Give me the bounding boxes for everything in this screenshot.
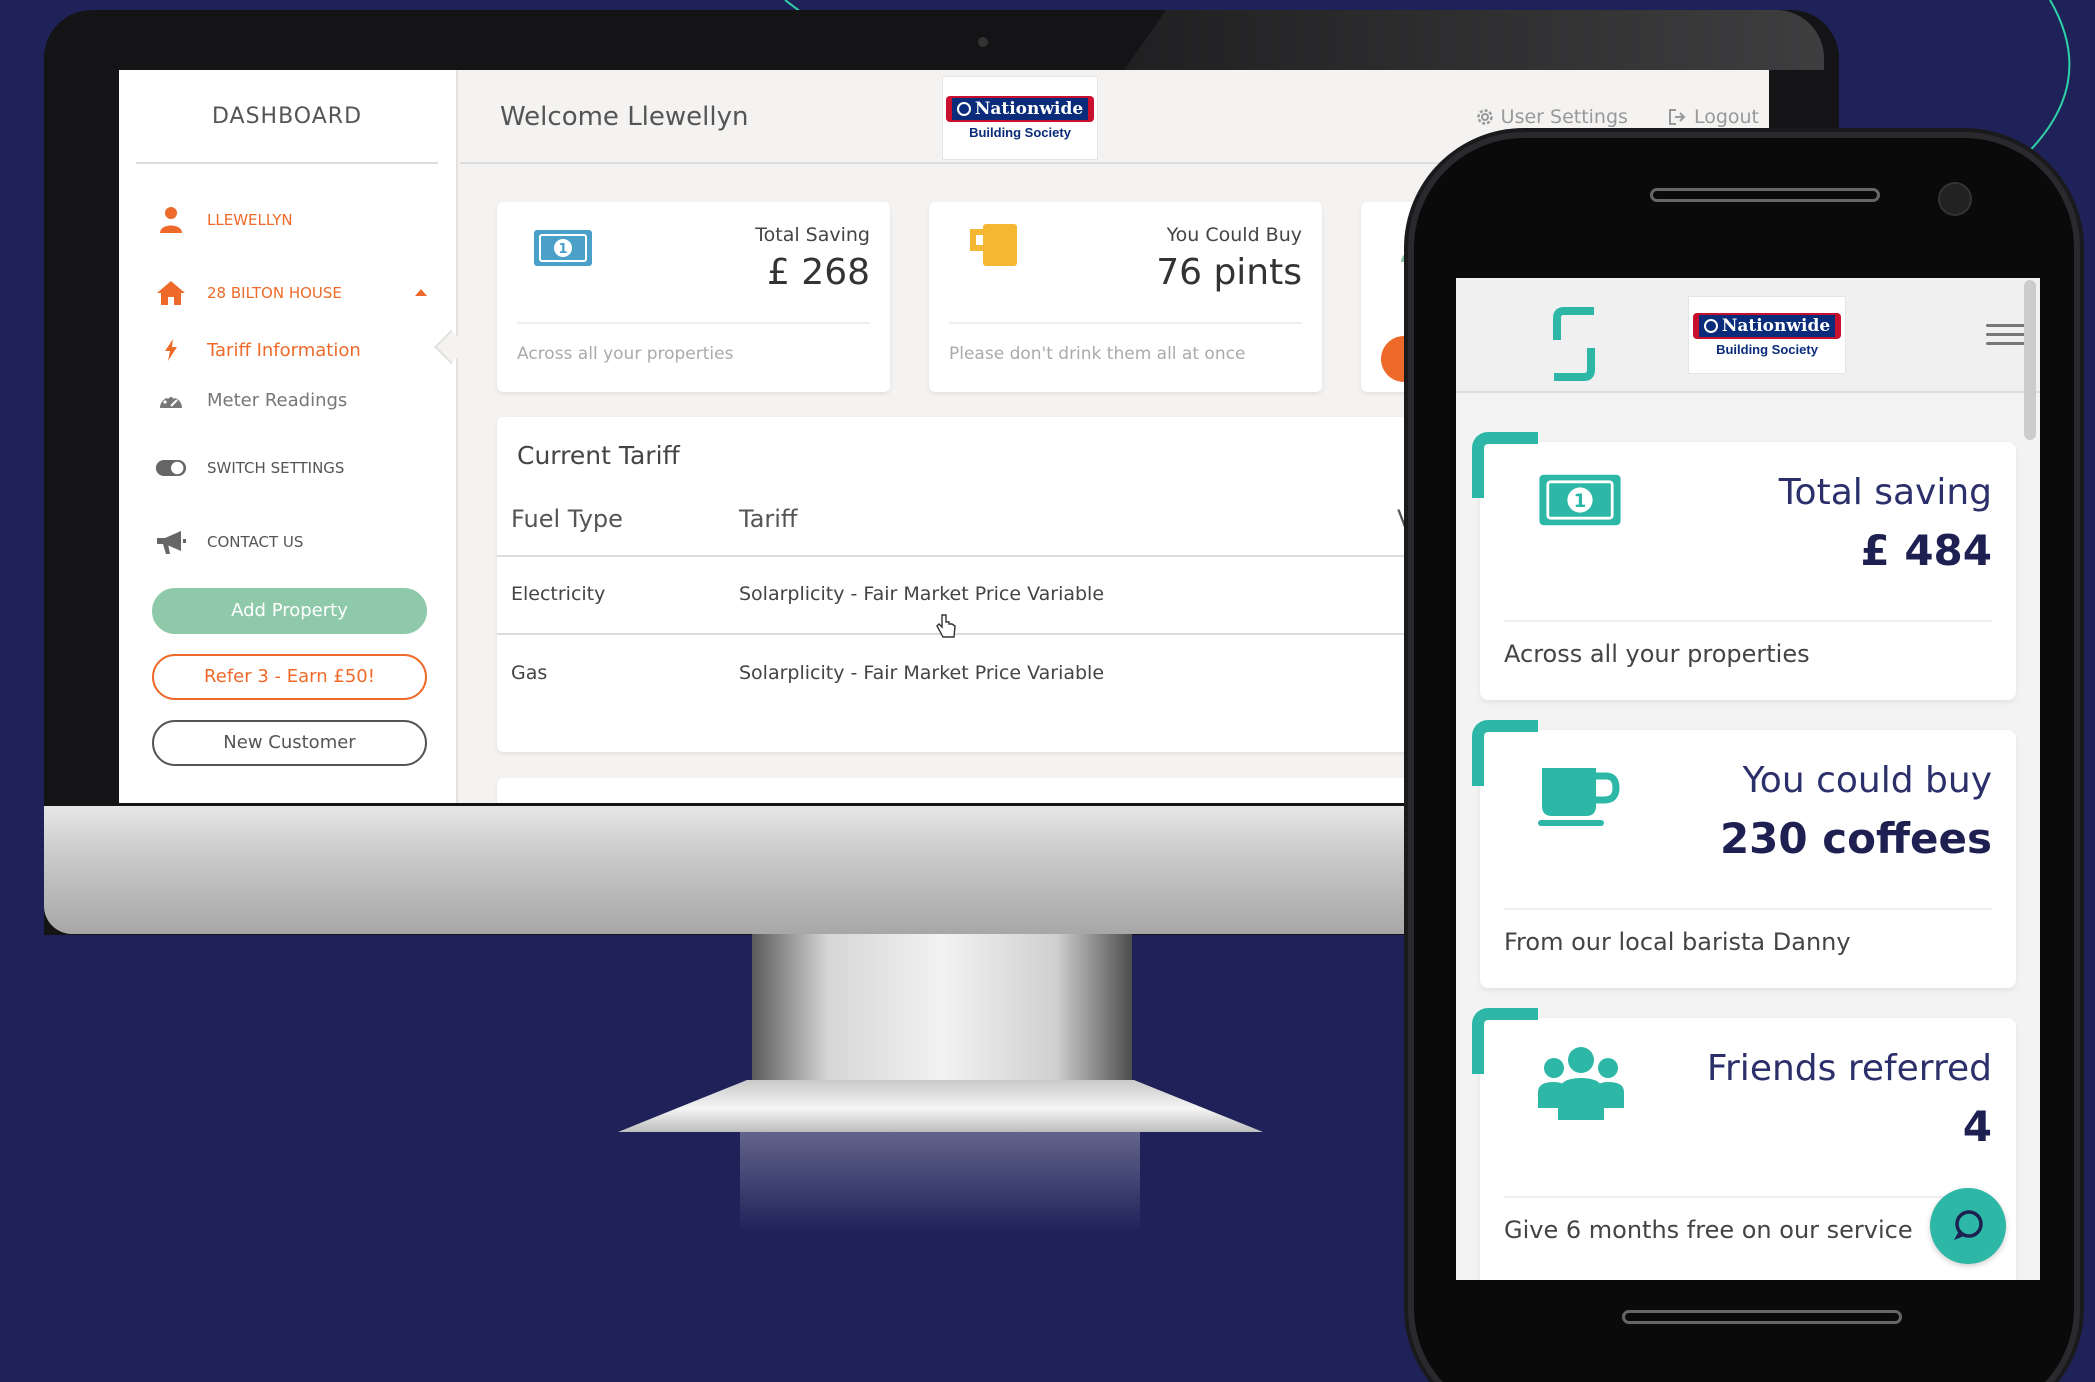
sidebar-item-label: CONTACT US	[207, 533, 304, 551]
welcome-title: Welcome Llewellyn	[500, 102, 749, 132]
card-footnote: Give 6 months free on our service	[1504, 1216, 1913, 1244]
column-header-fuel: Fuel Type	[511, 505, 623, 533]
card-footnote: Across all your properties	[1504, 640, 1810, 668]
table-cell-tariff: Solarplicity - Fair Market Price Variabl…	[739, 662, 1105, 684]
card-value: 76 pints	[1156, 252, 1302, 293]
stat-card-could-buy: You Could Buy 76 pints Please don't drin…	[929, 202, 1322, 392]
column-header-tariff: Tariff	[739, 505, 798, 533]
collapse-caret-icon[interactable]	[415, 289, 427, 296]
sidebar-item-meter-readings[interactable]: Meter Readings	[155, 384, 347, 416]
card-label: You could buy	[1742, 760, 1992, 801]
logout-icon	[1668, 109, 1686, 125]
card-label: Total saving	[1778, 472, 1992, 513]
lightning-icon	[155, 334, 187, 366]
column-header-partial: V	[1397, 505, 1414, 533]
banknote-icon: 1	[533, 228, 593, 272]
user-icon	[155, 204, 187, 236]
mobile-card-could-buy: You could buy 230 coffees From our local…	[1472, 720, 2016, 988]
mobile-screen: Nationwide Building Society 1 Total savi…	[1456, 278, 2040, 1280]
mobile-header: Nationwide Building Society	[1456, 278, 2040, 393]
refer-button[interactable]: Refer 3 - Earn £50!	[152, 654, 427, 700]
card-label: You Could Buy	[1166, 224, 1302, 246]
sidebar-item-contact-us[interactable]: CONTACT US	[155, 526, 303, 558]
home-icon	[155, 277, 187, 309]
chat-button[interactable]	[1930, 1188, 2006, 1264]
sidebar-item-tariff-information[interactable]: Tariff Information	[155, 334, 361, 366]
card-label: Total Saving	[755, 224, 870, 246]
hamburger-menu-icon[interactable]	[1986, 324, 2026, 348]
sidebar-title: DASHBOARD	[136, 70, 438, 164]
nationwide-logo: Nationwide Building Society	[1688, 296, 1846, 374]
sidebar-item-label: Meter Readings	[207, 389, 348, 411]
table-cell-fuel: Gas	[511, 662, 548, 684]
sidebar-item-label: SWITCH SETTINGS	[207, 459, 345, 477]
panel-title: Current Tariff	[517, 441, 680, 470]
people-group-icon	[1538, 1042, 1624, 1126]
sidebar: DASHBOARD LLEWELLYN 28 BILTON HOUSE Tari…	[119, 70, 468, 803]
card-footnote: From our local barista Danny	[1504, 928, 1851, 956]
card-value: 4	[1962, 1102, 1992, 1151]
svg-text:1: 1	[1574, 491, 1587, 512]
sidebar-item-label: LLEWELLYN	[207, 211, 293, 229]
chat-bubble-icon	[1954, 1210, 1983, 1240]
pint-glass-icon	[969, 222, 1021, 272]
phone-speaker	[1650, 188, 1880, 202]
mobile-phone: Nationwide Building Society 1 Total savi…	[1414, 138, 2074, 1382]
sidebar-item-switch-settings[interactable]: SWITCH SETTINGS	[155, 452, 344, 484]
toggle-icon	[155, 452, 187, 484]
svg-text:1: 1	[558, 242, 567, 257]
logo-mark-icon	[1703, 319, 1718, 333]
gear-icon	[1476, 109, 1493, 125]
megaphone-icon	[155, 526, 187, 558]
phone-camera	[1938, 182, 1972, 216]
table-cell-tariff: Solarplicity - Fair Market Price Variabl…	[739, 583, 1105, 605]
hand-cursor-icon	[935, 613, 957, 643]
table-cell-fuel: Electricity	[511, 583, 606, 605]
card-footnote: Please don't drink them all at once	[949, 344, 1246, 364]
card-value: £ 484	[1860, 526, 1992, 575]
coffee-cup-icon	[1538, 766, 1620, 832]
stat-card-total-saving: 1 Total Saving £ 268 Across all your pro…	[497, 202, 890, 392]
add-property-button[interactable]: Add Property	[152, 588, 427, 634]
monitor-camera	[978, 37, 988, 47]
mobile-card-total-saving: 1 Total saving £ 484 Across all your pro…	[1472, 432, 2016, 700]
sidebar-item-label: 28 BILTON HOUSE	[207, 284, 342, 302]
app-logo-icon	[1552, 306, 1596, 386]
sidebar-item-property[interactable]: 28 BILTON HOUSE	[155, 277, 342, 309]
sidebar-item-label: Tariff Information	[207, 339, 361, 361]
card-value: 230 coffees	[1719, 814, 1992, 863]
phone-home-bar	[1622, 1310, 1902, 1324]
card-value: £ 268	[766, 252, 870, 293]
banknote-icon: 1	[1538, 472, 1622, 532]
logo-mark-icon	[956, 102, 971, 116]
monitor-chin	[44, 806, 1514, 934]
scrollbar[interactable]	[2024, 280, 2036, 440]
new-customer-button[interactable]: New Customer	[152, 720, 427, 766]
sidebar-item-user[interactable]: LLEWELLYN	[155, 204, 293, 236]
card-footnote: Across all your properties	[517, 344, 734, 364]
gauge-icon	[155, 384, 187, 416]
card-label: Friends referred	[1706, 1048, 1992, 1089]
nationwide-logo: Nationwide Building Society	[942, 76, 1098, 160]
